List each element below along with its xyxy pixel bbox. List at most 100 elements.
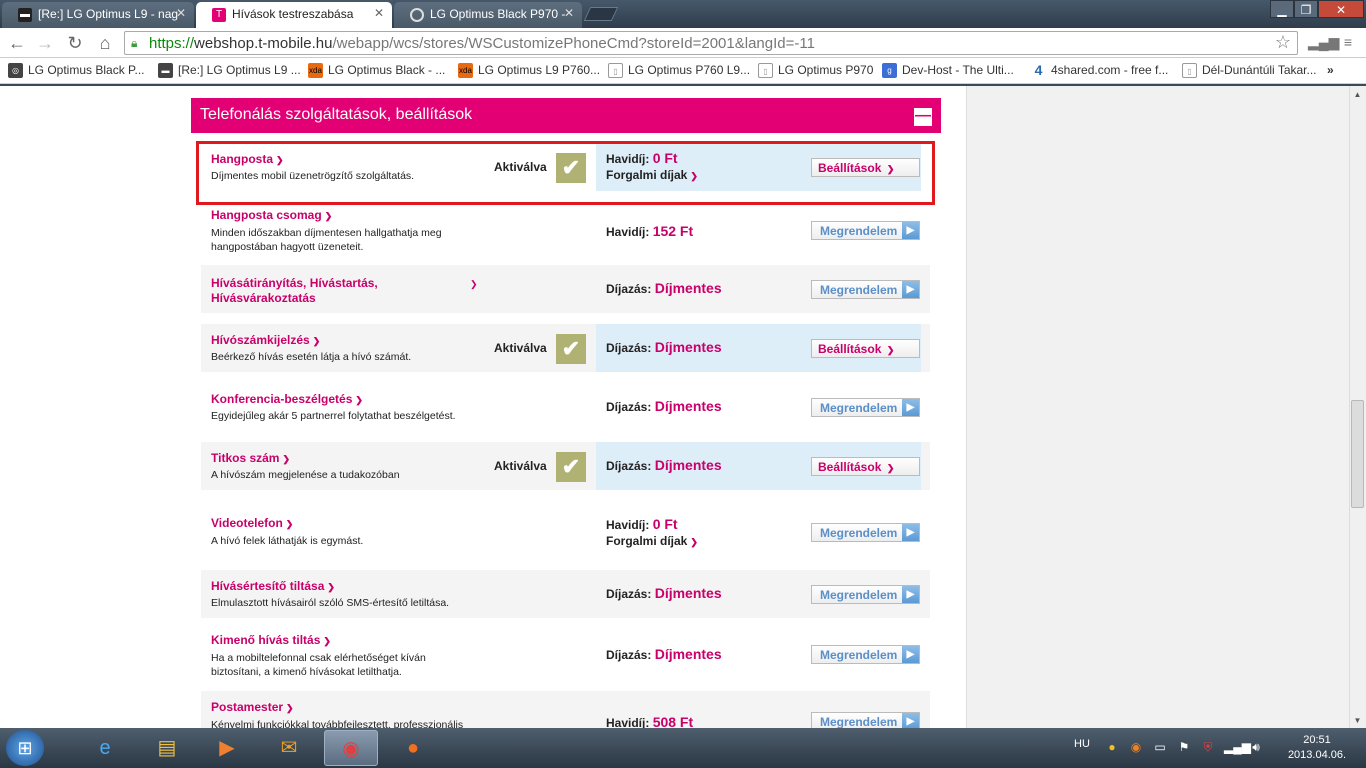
forgalmi-dijak-link[interactable]: Forgalmi díjak ❯	[606, 534, 698, 548]
service-name-link[interactable]: Videotelefon ❯	[211, 516, 293, 530]
close-window-button[interactable]: ✕	[1318, 0, 1364, 18]
minimize-button[interactable]: ▁	[1270, 0, 1294, 18]
price-value: Díjmentes	[654, 339, 722, 355]
service-description: Minden időszakban díjmentesen hallgathat…	[211, 227, 442, 253]
service-name-link[interactable]: Hívószámkijelzés ❯	[211, 333, 320, 347]
4shared-icon: 4	[1031, 63, 1046, 78]
signal-icon[interactable]: ▂▄▆	[1308, 34, 1339, 52]
price-value: Díjmentes	[654, 646, 722, 662]
scrollbar-thumb[interactable]	[1351, 400, 1364, 508]
start-button[interactable]: ⊞	[6, 730, 44, 766]
bookmark-item[interactable]: ▯ LG Optimus P970	[758, 63, 873, 78]
service-name-link[interactable]: Postamester ❯	[211, 700, 294, 714]
settings-button[interactable]: Beállítások ❯	[811, 339, 920, 358]
volume-icon[interactable]: 🔊︎	[1248, 740, 1264, 756]
collapse-icon[interactable]: —	[914, 108, 932, 126]
bookmark-item[interactable]: ▯ Dél-Dunántúli Takar...	[1182, 63, 1317, 78]
home-icon[interactable]: ⌂	[94, 32, 116, 54]
ie-icon[interactable]: e	[78, 730, 132, 766]
close-icon[interactable]: ✕	[176, 6, 186, 20]
monitor-icon[interactable]: ▭	[1152, 740, 1168, 756]
service-description: Egyidejűleg akár 5 partnerrel folytathat…	[211, 410, 456, 422]
back-icon[interactable]: ←	[6, 32, 28, 54]
chevron-right-icon: ❯	[285, 519, 294, 529]
price-line: Havidíj: 508 Ft	[606, 714, 694, 728]
service-description: Elmulasztott hívásairól szóló SMS-értesí…	[211, 597, 450, 609]
url-scheme: https://	[149, 35, 195, 52]
document-icon: ▯	[608, 63, 623, 78]
service-name-link[interactable]: Konferencia-beszélgetés ❯	[211, 392, 363, 406]
service-row-hivoszamkijelzes: Hívószámkijelzés ❯ Beérkező hívás esetén …	[201, 324, 930, 372]
maximize-button[interactable]: ❐	[1294, 0, 1318, 18]
globe-icon: ◎	[8, 63, 23, 78]
arrow-right-icon: ▶	[902, 524, 919, 541]
highlight-box	[196, 141, 935, 205]
tab-forum[interactable]: ▬ [Re:] LG Optimus L9 - nag ✕	[2, 2, 194, 28]
bookmark-item[interactable]: ◎ LG Optimus Black P...	[8, 63, 145, 78]
order-button[interactable]: Megrendelem ▶	[811, 280, 920, 299]
network-icon[interactable]: ▂▄▆	[1224, 740, 1251, 756]
close-icon[interactable]: ✕	[564, 6, 574, 20]
new-tab-button[interactable]	[583, 7, 619, 21]
settings-button[interactable]: Beállítások ❯	[811, 457, 920, 476]
outlook-icon[interactable]: ✉	[262, 730, 316, 766]
arrow-right-icon: ▶	[902, 222, 919, 239]
service-row-konferencia: Konferencia-beszélgetés ❯ Egyidejűleg aká…	[201, 383, 930, 431]
flag-icon[interactable]: ⚑	[1176, 740, 1192, 756]
scroll-up-icon[interactable]: ▲	[1352, 90, 1363, 100]
tab-lg-optimus[interactable]: LG Optimus Black P970 - ✕	[394, 2, 582, 28]
order-button[interactable]: Megrendelem ▶	[811, 221, 920, 240]
service-name-link[interactable]: Kimenő hívás tiltás ❯	[211, 633, 331, 647]
price-value: 152 Ft	[652, 223, 694, 239]
bookmark-label: LG Optimus L9 P760...	[478, 63, 601, 77]
order-button[interactable]: Megrendelem ▶	[811, 712, 920, 728]
bookmark-item[interactable]: ▯ LG Optimus P760 L9...	[608, 63, 750, 78]
bookmark-label: LG Optimus Black P...	[28, 63, 145, 77]
bookmark-item[interactable]: xda LG Optimus Black - ...	[308, 63, 445, 78]
service-row-kimeno-hivas-tiltas: Kimenő hívás tiltás ❯ Ha a mobiltelefonna…	[201, 628, 930, 682]
wrench-icon[interactable]: ≡	[1338, 34, 1358, 52]
service-name-link[interactable]: Hívásátirányítás, Hívástartás, Hívásvára…	[211, 276, 471, 306]
chevron-right-icon: ❯	[286, 703, 294, 713]
service-description: Beérkező hívás esetén látja a hívó számá…	[211, 351, 412, 363]
service-name-link[interactable]: Titkos szám ❯	[211, 451, 290, 465]
order-button[interactable]: Megrendelem ▶	[811, 645, 920, 664]
arrow-right-icon: ▶	[902, 646, 919, 663]
close-icon[interactable]: ✕	[374, 6, 384, 20]
clock[interactable]: 20:51 2013.04.06.	[1282, 733, 1352, 763]
media-player-icon[interactable]: ▶	[200, 730, 254, 766]
tray-app-icon[interactable]: ●	[1104, 740, 1120, 756]
address-bar[interactable]: 🔒︎ https://webshop.t-mobile.hu/webapp/wc…	[124, 31, 1298, 55]
bookmark-item[interactable]: ▬ [Re:] LG Optimus L9 ...	[158, 63, 301, 78]
bookmark-item[interactable]: xda LG Optimus L9 P760...	[458, 63, 601, 78]
chevron-right-icon[interactable]: ❯	[470, 279, 478, 290]
price-line: Díjazás: Díjmentes	[606, 585, 722, 601]
taskbar: ⊞ e ▤ ▶ ✉ ◉ ● HU ● ◉ ▭ ⚑ ⛨ ▂▄▆ 🔊︎ 20:51 …	[0, 728, 1366, 768]
service-name-link[interactable]: Hívásértesítő tiltása ❯	[211, 579, 335, 593]
scroll-down-icon[interactable]: ▼	[1352, 716, 1363, 726]
service-name-link[interactable]: Hangposta csomag ❯	[211, 208, 332, 222]
order-button[interactable]: Megrendelem ▶	[811, 523, 920, 542]
url-path: /webapp/wcs/stores/WSCustomizePhoneCmd?s…	[332, 35, 815, 52]
order-button[interactable]: Megrendelem ▶	[811, 585, 920, 604]
firefox-icon[interactable]: ●	[386, 730, 440, 766]
bookmarks-overflow-button[interactable]: »	[1327, 63, 1334, 77]
right-sidebar	[966, 86, 1349, 728]
price-box: Díjazás: Díjmentes Beállítások ❯	[596, 442, 921, 490]
star-icon[interactable]: ☆	[1275, 32, 1291, 53]
lock-icon: 🔒︎	[131, 36, 138, 50]
order-button[interactable]: Megrendelem ▶	[811, 398, 920, 417]
shield-icon[interactable]: ⛨	[1200, 740, 1216, 756]
bookmark-item[interactable]: g Dev-Host - The Ulti...	[882, 63, 1014, 78]
service-row-videotelefon: Videotelefon ❯ A hívó felek láthatják is …	[201, 506, 930, 556]
forward-icon[interactable]: →	[34, 32, 56, 54]
chrome-icon[interactable]: ◉	[324, 730, 378, 766]
service-row-hangposta-csomag: Hangposta csomag ❯ Minden időszakban díjm…	[201, 206, 930, 256]
reload-icon[interactable]: ↻	[64, 32, 86, 54]
bookmark-item[interactable]: 4 4shared.com - free f...	[1031, 63, 1168, 78]
tab-hivasok[interactable]: T Hívások testreszabása ✕	[196, 2, 392, 28]
tray-app-icon[interactable]: ◉	[1128, 740, 1144, 756]
explorer-icon[interactable]: ▤	[140, 730, 194, 766]
forum-icon: ▬	[158, 63, 173, 78]
language-indicator[interactable]: HU	[1074, 738, 1090, 750]
